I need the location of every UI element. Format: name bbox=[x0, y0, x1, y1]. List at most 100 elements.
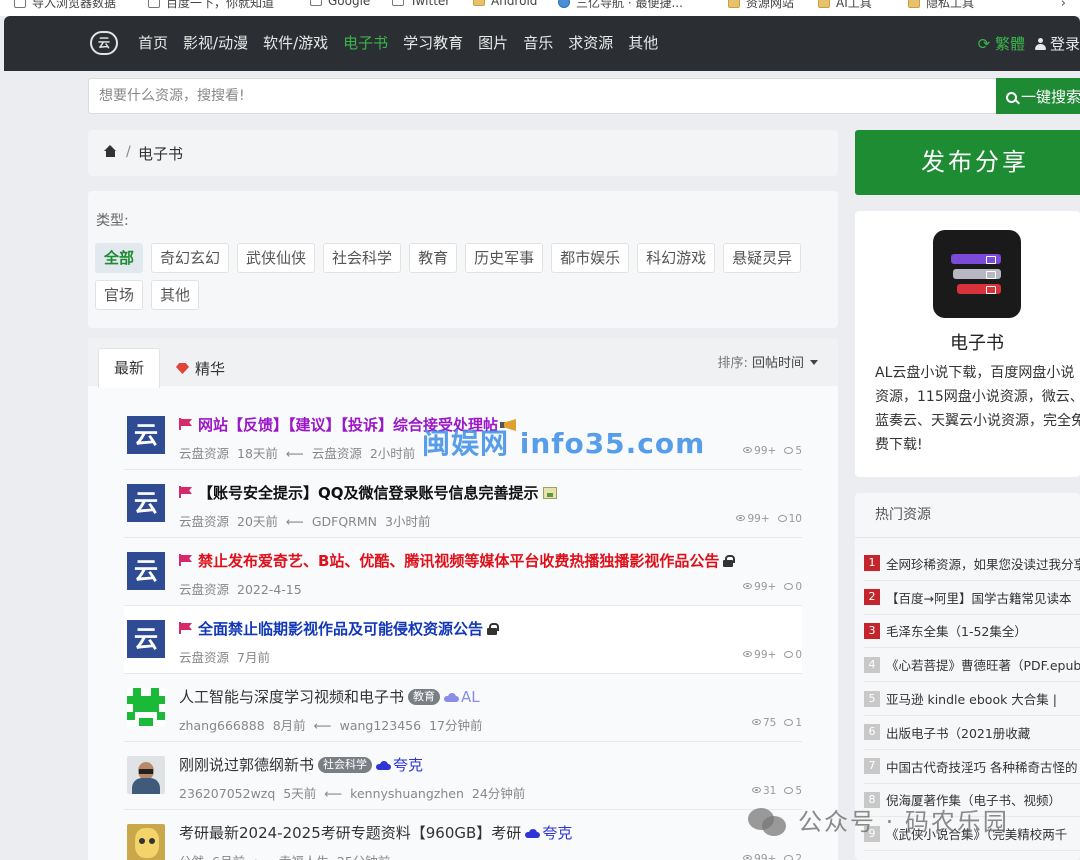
thread-time: 6月前 bbox=[212, 854, 245, 860]
bookmark-item[interactable]: 隐私工具 bbox=[908, 0, 974, 11]
search-input[interactable] bbox=[88, 78, 996, 114]
cloud-tag[interactable]: AL bbox=[440, 688, 480, 706]
avatar[interactable]: 云 bbox=[127, 552, 165, 590]
category-tag[interactable]: 其他 bbox=[151, 280, 200, 310]
bookmark-item[interactable]: 百度一下，你就知道 bbox=[148, 0, 274, 11]
hot-item-title: 毛泽东全集（1-52集全） bbox=[886, 624, 1027, 640]
thread-stats: 31 5 bbox=[751, 785, 802, 797]
bookmark-item[interactable]: Twitter bbox=[392, 0, 450, 8]
bookmark-label: 隐私工具 bbox=[926, 0, 975, 10]
nav-link[interactable]: 软件/游戏 bbox=[263, 32, 328, 53]
thread-row[interactable]: 人工智能与深度学习视频和电子书 教育 AL zhang666888 8月前 ⟵ wang12… bbox=[124, 674, 802, 742]
avatar[interactable]: 云 bbox=[127, 484, 165, 522]
last-reply-user[interactable]: 幸福人生 bbox=[279, 854, 329, 860]
last-reply-user[interactable]: 云盘资源 bbox=[312, 446, 362, 461]
nav-link[interactable]: 影视/动漫 bbox=[183, 32, 248, 53]
hot-item[interactable]: 5 亚马逊 kindle ebook 大合集 | bbox=[864, 682, 1080, 716]
category-tag[interactable]: 全部 bbox=[95, 243, 144, 273]
thread-time: 2022-4-15 bbox=[237, 582, 302, 597]
thread-title[interactable]: 全面禁止临期影视作品及可能侵权资源公告 bbox=[179, 618, 500, 639]
traditional-toggle[interactable]: ⟳ 繁體 bbox=[978, 33, 1025, 54]
thread-title[interactable]: 人工智能与深度学习视频和电子书 教育 AL bbox=[179, 686, 480, 707]
publish-button[interactable]: 发布分享 bbox=[855, 130, 1080, 195]
thread-author[interactable]: 云盘资源 bbox=[179, 650, 229, 665]
avatar[interactable] bbox=[127, 756, 165, 794]
eye-icon bbox=[751, 787, 761, 793]
comment-icon bbox=[784, 651, 794, 658]
category-tag[interactable]: 历史军事 bbox=[465, 243, 544, 273]
tab-latest[interactable]: 最新 bbox=[98, 348, 160, 388]
thread-author[interactable]: 云盘资源 bbox=[179, 514, 229, 529]
category-tag[interactable]: 教育 bbox=[409, 243, 458, 273]
bookmark-item[interactable]: Google bbox=[310, 0, 370, 8]
thread-author[interactable]: 公然 bbox=[179, 854, 204, 860]
thread-meta: zhang666888 8月前 ⟵ wang123456 17分钟前 bbox=[179, 715, 482, 734]
thread-author[interactable]: zhang666888 bbox=[179, 718, 265, 733]
bookmarks-bar: › 导入浏览器数据 百度一下，你就知道 Google Twitter Android 三亿… bbox=[0, 0, 1080, 16]
hot-item[interactable]: 1 全网珍稀资源，如果您没读过我分享的 bbox=[864, 547, 1080, 581]
twitter-icon bbox=[392, 0, 404, 6]
thread-row[interactable]: 云 全面禁止临期影视作品及可能侵权资源公告 云盘资源 7月前 99+ 0 bbox=[124, 606, 802, 674]
hot-item[interactable]: 6 出版电子书（2021册收藏 bbox=[864, 716, 1080, 750]
hot-item[interactable]: 3 毛泽东全集（1-52集全） bbox=[864, 615, 1080, 649]
bookmarks-overflow-icon[interactable]: › bbox=[1061, 0, 1066, 11]
category-tag[interactable]: 官场 bbox=[95, 280, 144, 310]
hot-item-title: 亚马逊 kindle ebook 大合集 | bbox=[886, 692, 1057, 708]
login-label: 登录 bbox=[1049, 35, 1080, 53]
home-icon[interactable] bbox=[104, 145, 117, 157]
bookmark-item[interactable]: 导入浏览器数据 bbox=[14, 0, 116, 11]
cloud-tag[interactable]: 夸克 bbox=[372, 756, 423, 774]
category-tag[interactable]: 武侠仙侠 bbox=[237, 243, 316, 273]
nav-link[interactable]: 音乐 bbox=[523, 32, 553, 53]
watermark: 闽娱网 info35.com bbox=[422, 427, 706, 460]
bookmark-item[interactable]: 三亿导航 · 最便捷... bbox=[558, 0, 683, 11]
category-tag[interactable]: 悬疑灵异 bbox=[723, 243, 802, 273]
category-badge[interactable]: 社会科学 bbox=[318, 757, 373, 773]
avatar[interactable]: 云 bbox=[127, 416, 165, 454]
nav-link[interactable]: 求资源 bbox=[568, 32, 613, 53]
hot-item[interactable]: 4 《心若菩提》曹德旺著（PDF.epub） bbox=[864, 648, 1080, 683]
thread-author[interactable]: 云盘资源 bbox=[179, 582, 229, 597]
avatar[interactable]: 云 bbox=[127, 620, 165, 658]
thread-title[interactable]: 刚刚说过郭德纲新书 社会科学 夸克 bbox=[179, 754, 423, 775]
nav-link[interactable]: 电子书 bbox=[343, 32, 388, 53]
last-reply-user[interactable]: kennyshuangzhen bbox=[350, 786, 464, 801]
category-tag[interactable]: 奇幻玄幻 bbox=[151, 243, 230, 273]
site-logo[interactable]: 云 bbox=[90, 31, 118, 55]
hot-item[interactable]: 2 【百度→阿里】国学古籍常见读本 bbox=[864, 581, 1080, 615]
thread-row[interactable]: 云 【账号安全提示】QQ及微信登录账号信息完善提示 云盘资源 20天前 ⟵ GDFQRMN… bbox=[124, 470, 802, 538]
bookmark-item[interactable]: AI工具 bbox=[818, 0, 872, 11]
nav-link[interactable]: 首页 bbox=[138, 32, 168, 53]
last-reply-user[interactable]: GDFQRMN bbox=[312, 514, 377, 529]
avatar[interactable] bbox=[127, 688, 165, 726]
nav-link[interactable]: 学习教育 bbox=[403, 32, 463, 53]
eye-icon bbox=[736, 515, 746, 521]
thread-title[interactable]: 考研最新2024-2025考研专题资料【960GB】考研 夸克 bbox=[179, 822, 572, 843]
category-tag[interactable]: 社会科学 bbox=[323, 243, 402, 273]
login-link[interactable]: 登录 bbox=[1034, 33, 1080, 54]
nav-link[interactable]: 其他 bbox=[628, 32, 658, 53]
thread-row[interactable]: 云 禁止发布爱奇艺、B站、优酷、腾讯视频等媒体平台收费热播独播影视作品公告云盘资源… bbox=[124, 538, 802, 606]
search-button[interactable]: 一键搜索 bbox=[996, 78, 1080, 114]
category-tag[interactable]: 科幻游戏 bbox=[637, 243, 716, 273]
thread-row[interactable]: 刚刚说过郭德纲新书 社会科学 夸克 236207052wzq 5天前 ⟵ kennyshua… bbox=[124, 742, 802, 810]
thread-time: 18天前 bbox=[237, 446, 278, 461]
sort-dropdown[interactable]: 排序: 回帖时间 bbox=[717, 352, 818, 371]
thread-title[interactable]: 禁止发布爱奇艺、B站、优酷、腾讯视频等媒体平台收费热播独播影视作品公告 bbox=[179, 550, 736, 571]
bookmark-item[interactable]: 资源网站 bbox=[728, 0, 794, 11]
thread-author[interactable]: 云盘资源 bbox=[179, 446, 229, 461]
category-tag[interactable]: 都市娱乐 bbox=[551, 243, 630, 273]
last-reply-user[interactable]: wang123456 bbox=[340, 718, 421, 733]
reply-count: 1 bbox=[795, 717, 802, 729]
avatar[interactable] bbox=[127, 824, 165, 860]
nav-link[interactable]: 图片 bbox=[478, 32, 508, 53]
thread-title[interactable]: 【账号安全提示】QQ及微信登录账号信息完善提示 bbox=[179, 482, 557, 503]
cloud-tag[interactable]: 夸克 bbox=[521, 824, 572, 842]
bookmark-item[interactable]: Android bbox=[473, 0, 537, 8]
thread-row[interactable]: 考研最新2024-2025考研专题资料【960GB】考研 夸克公然 6月前 ⟵ 幸福人生… bbox=[124, 810, 802, 860]
tab-featured[interactable]: 精华 bbox=[176, 358, 225, 379]
thread-author[interactable]: 236207052wzq bbox=[179, 786, 275, 801]
thread-time: 7月前 bbox=[237, 650, 270, 665]
hot-item[interactable]: 7 中国古代奇技淫巧 各种稀奇古怪的 bbox=[864, 750, 1080, 784]
category-badge[interactable]: 教育 bbox=[408, 689, 441, 705]
